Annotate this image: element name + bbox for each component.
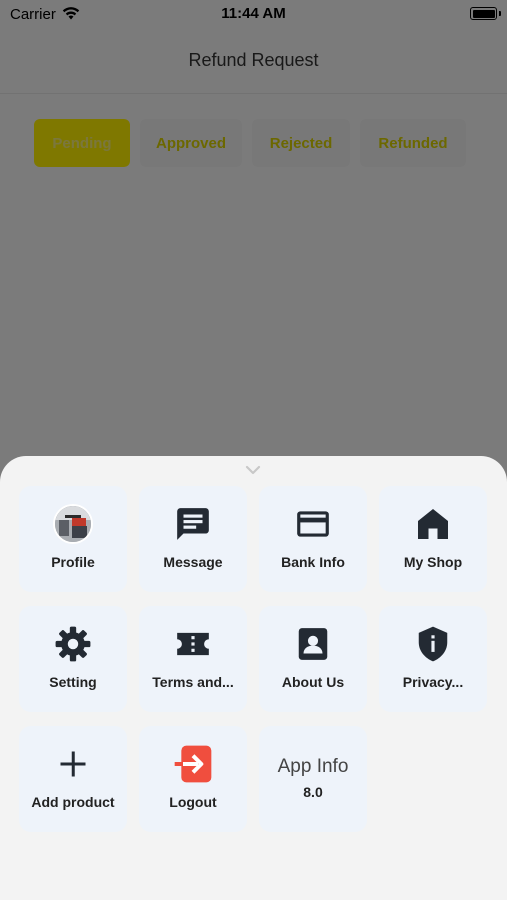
menu-item-my-shop[interactable]: My Shop	[379, 486, 487, 592]
contact-icon	[298, 628, 328, 660]
menu-item-label: Profile	[51, 554, 95, 570]
logout-icon	[174, 745, 212, 783]
menu-item-label: Bank Info	[281, 554, 345, 570]
menu-item-profile[interactable]: Profile	[19, 486, 127, 592]
menu-item-label: Message	[163, 554, 223, 570]
home-icon	[418, 509, 448, 539]
menu-item-logout[interactable]: Logout	[139, 726, 247, 832]
app-info-title: App Info	[277, 756, 349, 777]
menu-item-label: Logout	[169, 794, 217, 810]
app-version: 8.0	[303, 784, 323, 800]
menu-item-setting[interactable]: Setting	[19, 606, 127, 712]
app-info-tile[interactable]: App Info 8.0	[259, 726, 367, 832]
ticket-icon	[177, 632, 209, 656]
menu-item-label: About Us	[281, 674, 345, 690]
menu-item-label: Privacy...	[402, 674, 464, 690]
plus-icon	[60, 751, 86, 777]
menu-item-label: Terms and...	[152, 674, 234, 690]
gear-icon	[55, 626, 91, 662]
card-icon	[297, 511, 329, 537]
menu-item-add-product[interactable]: Add product	[19, 726, 127, 832]
menu-bottom-sheet: Profile Message Bank Info My Shop Settin…	[0, 456, 507, 900]
menu-item-label: My Shop	[403, 554, 463, 570]
menu-item-privacy[interactable]: Privacy...	[379, 606, 487, 712]
menu-grid: Profile Message Bank Info My Shop Settin…	[19, 486, 487, 832]
menu-item-about-us[interactable]: About Us	[259, 606, 367, 712]
menu-item-message[interactable]: Message	[139, 486, 247, 592]
menu-item-terms[interactable]: Terms and...	[139, 606, 247, 712]
avatar	[53, 504, 93, 544]
message-icon	[177, 508, 209, 540]
menu-item-bank-info[interactable]: Bank Info	[259, 486, 367, 592]
shield-icon	[418, 626, 448, 662]
menu-item-label: Add product	[31, 794, 115, 810]
chevron-down-icon[interactable]	[245, 464, 261, 476]
menu-item-label: Setting	[49, 674, 97, 690]
